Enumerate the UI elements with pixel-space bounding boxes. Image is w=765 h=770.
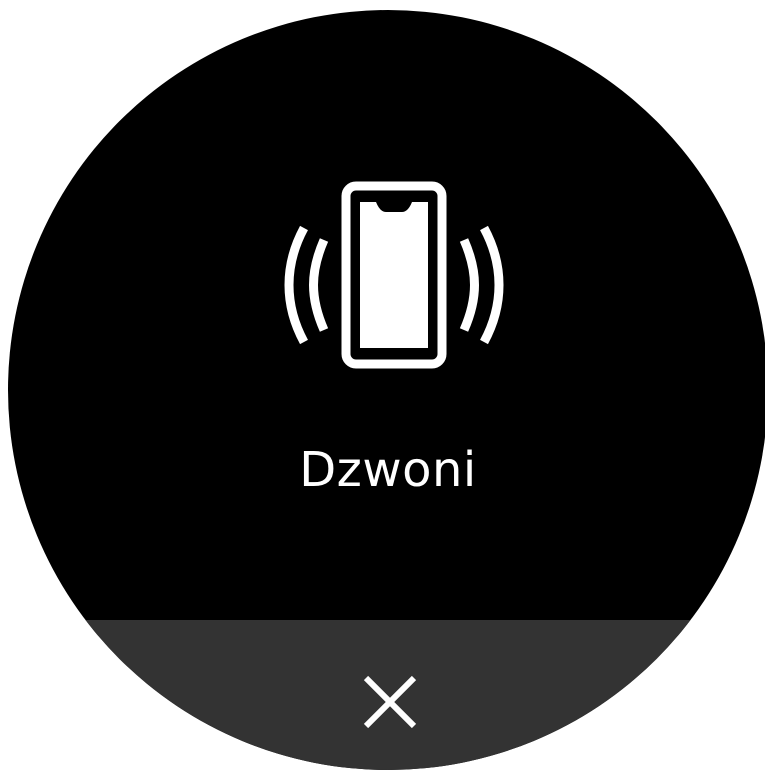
phone-screen xyxy=(360,202,428,348)
vibration-wave-right-outer xyxy=(480,225,504,345)
watch-screen: Dzwoni xyxy=(8,10,765,770)
phone-ringing-icon xyxy=(284,181,504,369)
close-icon xyxy=(363,675,417,729)
dismiss-button[interactable] xyxy=(8,620,765,770)
vibration-wave-left-outer xyxy=(284,225,308,345)
vibration-wave-left-inner xyxy=(309,238,329,332)
vibration-wave-right-inner xyxy=(459,238,479,332)
ringing-status-text: Dzwoni xyxy=(299,442,477,498)
